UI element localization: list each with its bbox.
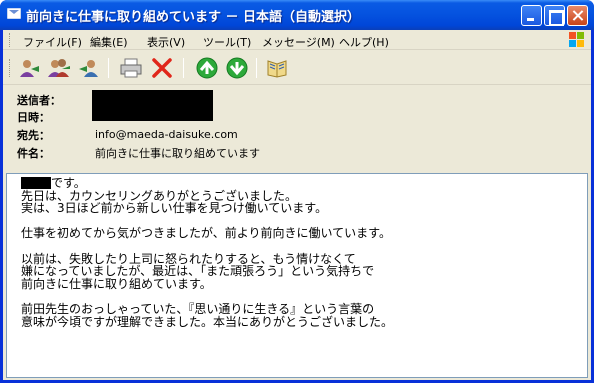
menu-file[interactable]: ファイル(F) [23, 34, 82, 50]
windows-logo-icon [569, 32, 585, 48]
previous-icon[interactable] [195, 57, 219, 79]
message-header: 送信者： 日時： 宛先： 件名： info@maeda-daisuke.com … [3, 87, 591, 171]
from-label: 送信者： [17, 94, 61, 107]
reply-icon[interactable] [17, 57, 41, 79]
body-line: 実は、3日ほど前から新しい仕事を見つけ働いています。 [21, 201, 328, 216]
body-line: 前田先生のおっしゃっていた、『思い通りに生きる』という言葉の [21, 301, 375, 316]
greeting-line: です。 [21, 177, 393, 190]
toolbar-separator [108, 58, 109, 78]
title-bar[interactable]: 前向きに仕事に取り組めています － 日本語（自動選択） [0, 0, 594, 30]
toolbar-separator [256, 58, 257, 78]
next-icon[interactable] [225, 57, 249, 79]
menu-view[interactable]: 表示(V) [147, 34, 185, 50]
body-line: 仕事を初めてから気がつきましたが、前より前向きに働いています。 [21, 226, 391, 241]
menu-help[interactable]: ヘルプ(H) [339, 34, 389, 50]
redacted-sender-date [92, 90, 213, 121]
date-label: 日時： [17, 111, 50, 124]
menu-edit[interactable]: 編集(E) [90, 34, 128, 50]
menu-tools[interactable]: ツール(T) [203, 34, 251, 50]
toolbar-grip[interactable] [9, 59, 12, 77]
subject-label: 件名： [17, 147, 50, 160]
reply-all-icon[interactable] [47, 57, 71, 79]
subject-value: 前向きに仕事に取り組めています [95, 147, 260, 160]
mail-icon [7, 8, 21, 19]
menu-grip[interactable] [9, 33, 12, 47]
message-text: です。 先日は、カウンセリングありがとうございました。 実は、3日ほど前から新し… [21, 177, 393, 328]
body-line: 前向きに仕事に取り組めています。 [21, 276, 212, 291]
redacted-name [21, 177, 51, 189]
body-line: 意味が今頃ですが理解できました。本当にありがとうございました。 [21, 314, 394, 329]
close-button[interactable] [567, 5, 588, 26]
toolbar [3, 51, 591, 85]
delete-icon[interactable] [150, 57, 174, 79]
minimize-button[interactable] [521, 5, 542, 26]
to-value[interactable]: info@maeda-daisuke.com [95, 128, 238, 141]
to-label: 宛先： [17, 129, 50, 142]
message-body[interactable]: です。 先日は、カウンセリングありがとうございました。 実は、3日ほど前から新し… [6, 173, 588, 378]
menu-message[interactable]: メッセージ(M) [262, 34, 335, 50]
addresses-icon[interactable] [265, 57, 289, 79]
window-title: 前向きに仕事に取り組めています － 日本語（自動選択） [26, 10, 361, 25]
print-icon[interactable] [119, 57, 143, 79]
greeting-suffix: です。 [51, 176, 86, 190]
menu-bar: ファイル(F) 編集(E) 表示(V) ツール(T) メッセージ(M) ヘルプ(… [3, 30, 591, 50]
toolbar-separator [183, 58, 184, 78]
window-client-area: ファイル(F) 編集(E) 表示(V) ツール(T) メッセージ(M) ヘルプ(… [3, 30, 591, 380]
maximize-button[interactable] [544, 5, 565, 26]
forward-icon[interactable] [77, 57, 101, 79]
body-line: 嫌になっていましたが、最近は、「また頑張ろう」という気持ちで [21, 264, 375, 279]
message-window: 前向きに仕事に取り組めています － 日本語（自動選択） ファイル(F) 編集(E… [0, 0, 594, 383]
